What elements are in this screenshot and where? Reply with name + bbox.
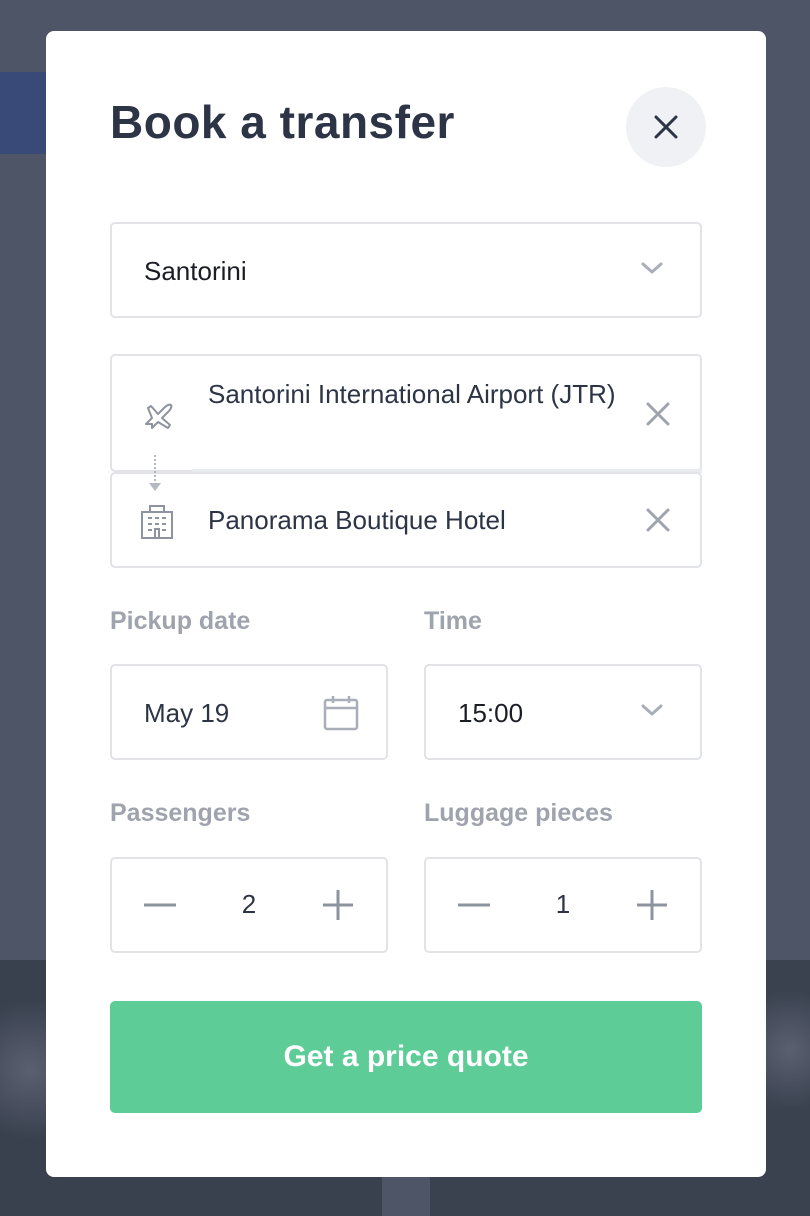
passengers-increment-button[interactable] [318,885,358,925]
pickup-date-field[interactable]: May 19 [110,664,388,760]
plus-icon [637,890,667,920]
pickup-location-name: Santorini International Airport (JTR) [208,379,616,409]
dropoff-location-name: Panorama Boutique Hotel [208,505,506,535]
clear-pickup-icon[interactable] [646,402,670,426]
airplane-icon [145,403,173,429]
plus-icon [323,890,353,920]
clear-dropoff-icon[interactable] [646,508,670,532]
time-select[interactable]: 15:00 [424,664,702,760]
chevron-down-icon [641,262,663,274]
book-transfer-modal: Book a transfer Santorini Santorini Inte… [46,31,766,1177]
pickup-location-field[interactable]: Santorini International Airport (JTR) [110,354,702,472]
close-icon [654,115,678,139]
region-select-value: Santorini [144,256,247,286]
luggage-label: Luggage pieces [424,799,613,827]
time-value: 15:00 [458,698,524,728]
luggage-stepper: 1 [424,857,702,953]
get-price-quote-button[interactable]: Get a price quote [110,1001,702,1113]
region-select[interactable]: Santorini [110,222,702,318]
building-icon [141,505,173,539]
time-label: Time [424,607,482,635]
pickup-date-label: Pickup date [110,607,251,635]
passengers-label: Passengers [110,799,251,827]
chevron-down-icon [641,704,663,716]
close-button[interactable] [626,87,706,167]
passengers-stepper: 2 [110,857,388,953]
route-dotted-line [154,455,156,485]
pickup-date-value: May 19 [144,698,230,728]
calendar-icon [323,696,359,731]
dropoff-location-field[interactable]: Panorama Boutique Hotel [110,472,702,568]
background-logo [0,72,46,154]
luggage-increment-button[interactable] [632,885,672,925]
route-arrow [149,483,161,491]
modal-title: Book a transfer [110,96,455,148]
